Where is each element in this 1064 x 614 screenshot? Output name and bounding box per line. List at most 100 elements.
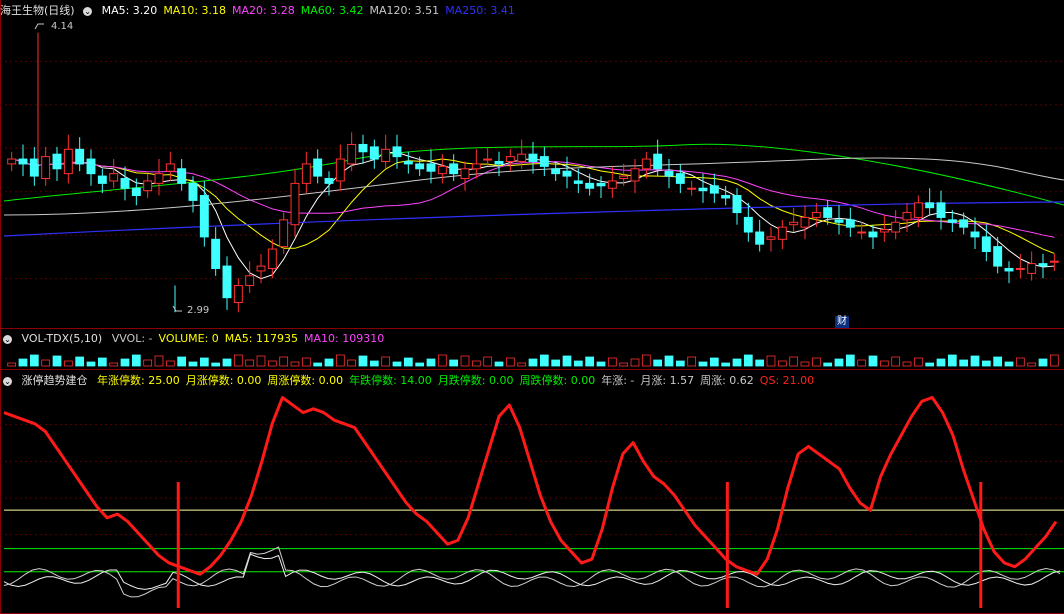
volume-title: VOL-TDX(5,10) — [21, 332, 103, 345]
candle-body — [732, 195, 742, 214]
volume-bar — [573, 360, 583, 367]
volume-bar — [358, 355, 368, 367]
volume-bar — [437, 354, 447, 367]
volume-bar — [709, 357, 719, 367]
moving-average-lines — [3, 143, 1064, 280]
volume-bar — [664, 355, 674, 367]
candle-body — [857, 231, 867, 234]
indicator-settings-icon[interactable]: ⌄ — [3, 376, 12, 386]
volume-bar — [936, 358, 946, 367]
volume-bar — [381, 356, 391, 367]
candle-body — [1027, 263, 1037, 274]
ind-label-2: 周涨停数: 0.00 — [267, 374, 344, 387]
vol-label-1: VOLUME: 0 — [158, 332, 219, 345]
volume-bar — [755, 359, 765, 367]
volume-bar — [41, 359, 51, 367]
volume-bar — [415, 362, 425, 367]
candle-body — [347, 143, 357, 165]
main-header: 海王生物(日线) ⌄ MA5: 3.20 MA10: 3.18 MA20: 3.28… — [0, 3, 527, 18]
volume-bar — [993, 356, 1003, 367]
candle-body — [267, 248, 277, 269]
candle-body — [834, 219, 844, 223]
ma-label-0: MA5: 3.20 — [101, 4, 158, 17]
candle-body — [199, 195, 209, 238]
volume-bar — [403, 357, 413, 367]
ind-label-1: 月涨停数: 0.00 — [185, 374, 262, 387]
settings-toggle-icon[interactable]: ⌄ — [83, 6, 93, 16]
candle-body — [687, 187, 697, 190]
vol-label-2: MA5: 117935 — [224, 332, 298, 345]
vol-label-0: VVOL: - — [111, 332, 153, 345]
candle-body — [494, 160, 504, 165]
volume-bar — [1049, 354, 1059, 367]
candle-body — [165, 163, 175, 172]
volume-bar — [188, 361, 198, 367]
candle-body — [143, 180, 153, 192]
volume-bar — [891, 356, 901, 367]
volume-bar — [143, 359, 153, 367]
high-price-label: 4.14 — [51, 21, 74, 32]
candle-body — [845, 219, 855, 228]
volume-bar — [505, 357, 515, 367]
volume-bar — [811, 357, 821, 367]
volume-bar — [653, 359, 663, 367]
candle-body — [766, 236, 776, 240]
volume-bar — [913, 357, 923, 367]
candle-body — [222, 265, 232, 299]
volume-bar — [154, 355, 164, 367]
candle-body — [528, 153, 538, 162]
volume-bar — [290, 361, 300, 367]
volume-bar — [698, 361, 708, 367]
candle-body — [245, 275, 255, 287]
candle-body — [947, 219, 957, 223]
volume-bar — [494, 361, 504, 367]
financial-report-badge[interactable]: 财 — [835, 316, 849, 328]
volume-bar — [732, 358, 742, 367]
volume-bar — [947, 354, 957, 367]
candle-body — [743, 216, 753, 233]
volume-bar — [607, 357, 617, 367]
candle-body — [449, 163, 459, 175]
volume-bar — [256, 355, 266, 367]
candle-body — [619, 175, 629, 180]
candle-body — [789, 221, 799, 226]
low-marker — [172, 305, 182, 312]
candle-body — [63, 148, 73, 175]
volume-bar — [233, 354, 243, 367]
candle-body — [109, 173, 119, 182]
volume-bar — [222, 358, 232, 367]
candle-body — [471, 163, 481, 170]
volume-bar — [868, 355, 878, 367]
candle-body — [800, 216, 810, 228]
candle-body — [641, 158, 651, 170]
candle-body — [959, 219, 969, 228]
candle-body — [517, 153, 527, 162]
volume-bar — [18, 358, 28, 367]
ind-label-8: 周涨: 0.62 — [700, 374, 754, 387]
candle-body — [1015, 267, 1025, 270]
ind-label-5: 周跌停数: 0.00 — [519, 374, 596, 387]
volume-bar — [551, 359, 561, 367]
volume-bar — [834, 358, 844, 367]
candle-body — [811, 212, 821, 218]
volume-bar — [426, 358, 436, 367]
candle-body — [97, 175, 107, 184]
volume-bar — [211, 362, 221, 367]
volume-bar — [1027, 362, 1037, 367]
candle-body — [279, 219, 289, 248]
candle-body — [75, 148, 85, 165]
candle-body — [86, 158, 96, 175]
qs-series-line — [3, 396, 1058, 576]
candle-body — [505, 156, 515, 162]
volume-settings-icon[interactable]: ⌄ — [3, 334, 12, 344]
volume-bar — [199, 357, 209, 367]
ma-label-5: MA250: 3.41 — [445, 4, 515, 17]
candle-body — [415, 163, 425, 170]
candle-body — [675, 173, 685, 184]
stock-title: 海王生物(日线) — [0, 4, 75, 17]
volume-header: ⌄ VOL-TDX(5,10) VVOL: - VOLUME: 0 MA5: 117… — [0, 331, 396, 346]
ind-label-7: 月涨: 1.57 — [640, 374, 695, 387]
candle-body — [335, 158, 345, 182]
candle-body — [1049, 260, 1059, 263]
candle-body — [709, 185, 719, 194]
